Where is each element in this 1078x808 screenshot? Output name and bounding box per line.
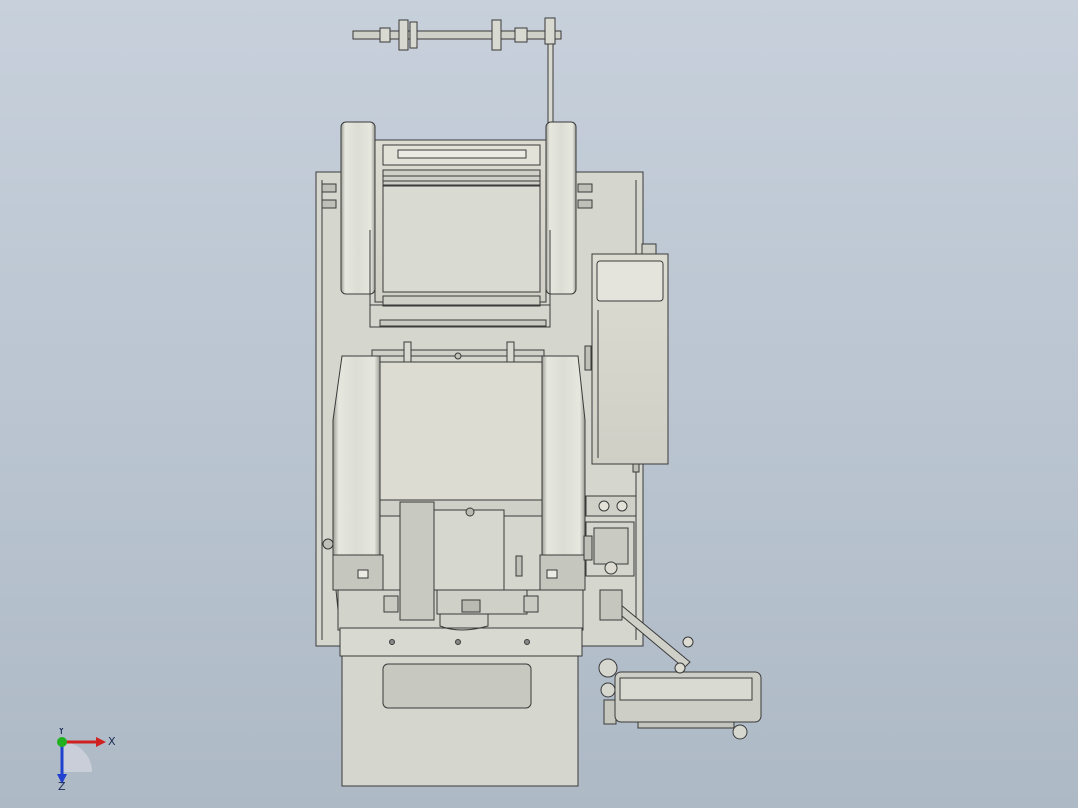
cad-viewport[interactable]: X Y Z	[0, 0, 1078, 808]
top-shaft	[352, 17, 562, 125]
x-axis-arrowhead	[96, 737, 106, 747]
z-axis-label: Z	[58, 780, 66, 790]
y-axis-label: Y	[57, 728, 65, 737]
machine-assembly-model[interactable]	[0, 0, 1078, 808]
upper-feed-unit	[340, 121, 577, 328]
triad-shadow	[62, 742, 92, 772]
control-cabinet	[584, 243, 669, 473]
x-axis-label: X	[108, 735, 116, 748]
coordinate-triad: X Y Z	[57, 728, 116, 790]
base-platform	[341, 655, 579, 787]
y-axis-dot	[57, 737, 67, 747]
side-motor	[614, 662, 762, 740]
